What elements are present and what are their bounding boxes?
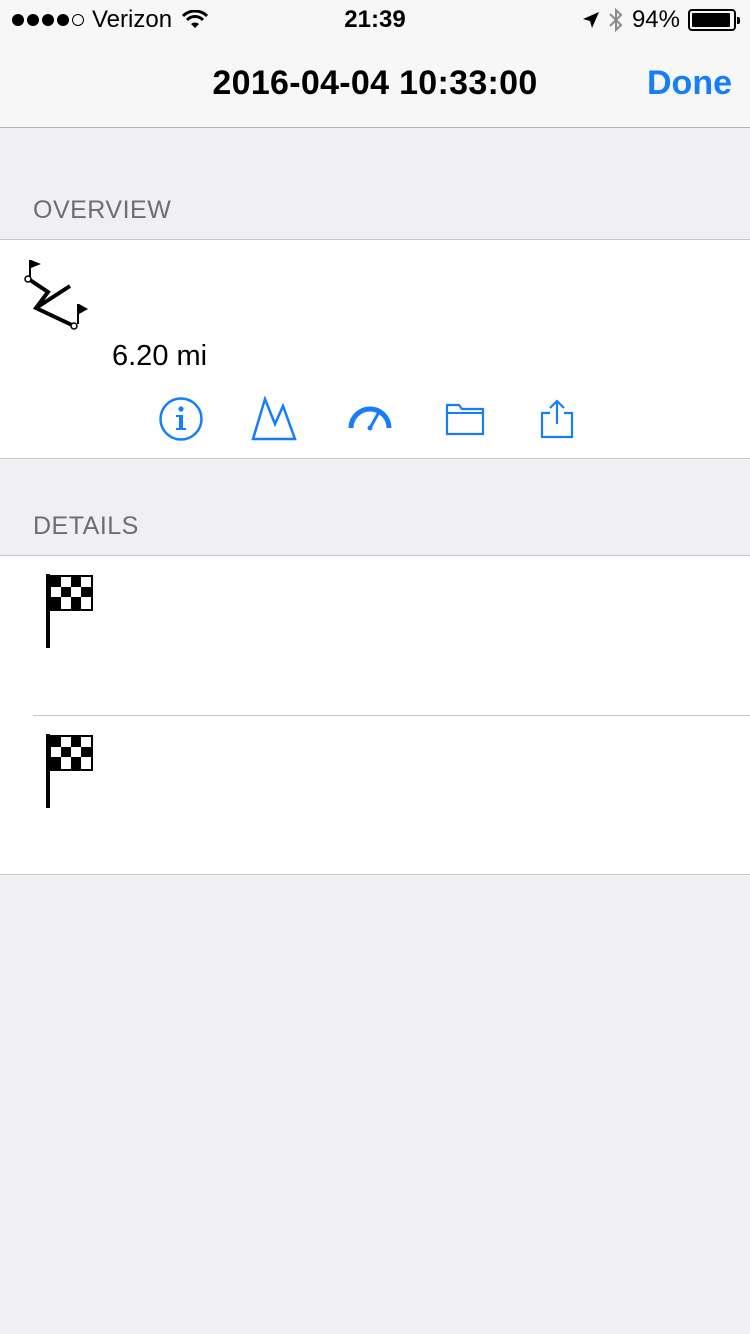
- checkered-flag-icon: [46, 734, 93, 808]
- battery-icon: [688, 9, 740, 31]
- navigation-bar: 2016-04-04 10:33:00 Done: [0, 40, 750, 128]
- elevation-icon: [251, 396, 297, 441]
- battery-percent: 94%: [631, 6, 680, 33]
- speedometer-icon: [348, 406, 392, 431]
- overview-actions: [0, 396, 750, 442]
- overview-header: OVERVIEW: [33, 196, 172, 224]
- page-title: 2016-04-04 10:33:00: [212, 64, 538, 102]
- bluetooth-icon: [609, 7, 623, 33]
- location-arrow-icon: [582, 12, 599, 28]
- share-icon: [540, 399, 574, 439]
- elevation-button[interactable]: [249, 396, 299, 442]
- status-right: 94%: [582, 6, 740, 34]
- detail-row[interactable]: [0, 716, 750, 875]
- folder-icon: [445, 403, 485, 436]
- info-button[interactable]: [156, 396, 206, 442]
- overview-group: 6.20 mi: [0, 239, 750, 459]
- details-header: DETAILS: [33, 512, 139, 540]
- folder-button[interactable]: [440, 396, 490, 442]
- speed-button[interactable]: [345, 396, 395, 442]
- details-group: [0, 555, 750, 875]
- route-flags-icon: [24, 260, 88, 330]
- distance-value: 6.20 mi: [112, 340, 208, 372]
- status-bar: Verizon 21:39 94%: [0, 0, 750, 40]
- checkered-flag-icon: [46, 574, 93, 648]
- share-button[interactable]: [532, 396, 582, 442]
- detail-row[interactable]: [0, 556, 750, 715]
- done-button[interactable]: Done: [647, 64, 732, 103]
- info-icon: [159, 397, 203, 441]
